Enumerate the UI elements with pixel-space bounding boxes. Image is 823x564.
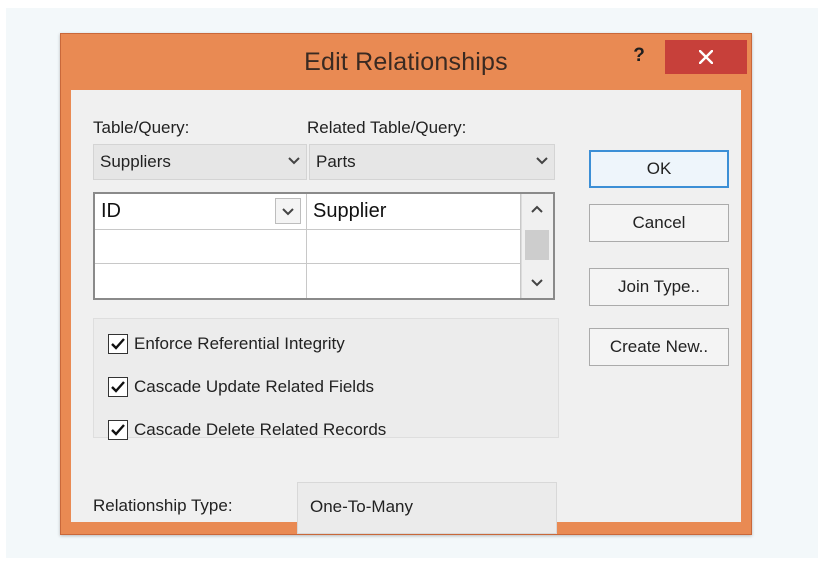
dialog-body: Table/Query: Related Table/Query: Suppli… — [71, 90, 741, 534]
chevron-up-icon[interactable] — [531, 204, 543, 214]
create-new-button[interactable]: Create New.. — [589, 328, 729, 366]
checkbox[interactable] — [108, 420, 128, 440]
join-type-button[interactable]: Join Type.. — [589, 268, 729, 306]
cancel-button[interactable]: Cancel — [589, 204, 729, 242]
related-table-query-select[interactable]: Parts — [309, 144, 555, 180]
relationship-type-label: Relationship Type: — [93, 496, 233, 515]
title-bar[interactable]: Edit Relationships ? — [61, 34, 751, 90]
checkbox-label: Enforce Referential Integrity — [134, 334, 345, 353]
grid-cell-left[interactable] — [95, 264, 307, 298]
ok-button[interactable]: OK — [589, 150, 729, 188]
checkmark-icon — [111, 424, 125, 436]
close-button[interactable] — [665, 40, 747, 74]
chevron-down-icon — [536, 157, 548, 165]
table-query-value: Suppliers — [100, 152, 171, 171]
checkbox[interactable] — [108, 334, 128, 354]
related-table-query-label: Related Table/Query: — [307, 118, 467, 137]
help-button[interactable]: ? — [621, 40, 657, 74]
right-field-name: Supplier — [313, 200, 387, 222]
grid-cell-left[interactable]: ID — [95, 194, 307, 230]
grid-cell-right[interactable]: Supplier — [307, 194, 521, 230]
table-query-select[interactable]: Suppliers — [93, 144, 307, 180]
checkmark-icon — [111, 381, 125, 393]
close-icon — [699, 50, 713, 64]
checkmark-icon — [111, 338, 125, 350]
field-dropdown-button[interactable] — [275, 198, 301, 224]
edit-relationships-dialog: Edit Relationships ? Table/Query: Relate… — [60, 33, 752, 535]
integrity-options-group: Enforce Referential Integrity Cascade Up… — [93, 318, 559, 440]
related-table-query-value: Parts — [316, 152, 356, 171]
fields-grid[interactable]: ID Supplier — [93, 192, 555, 300]
grid-cell-right[interactable] — [307, 264, 521, 298]
relationship-type-value: One-To-Many — [297, 482, 557, 534]
grid-vertical-scrollbar[interactable] — [521, 194, 553, 298]
chevron-down-icon — [288, 157, 300, 165]
chevron-down-icon — [282, 208, 294, 216]
left-field-name: ID — [101, 200, 121, 222]
checkbox[interactable] — [108, 377, 128, 397]
table-query-label: Table/Query: — [93, 118, 190, 137]
checkbox-label: Cascade Update Related Fields — [134, 377, 375, 396]
grid-cell-left[interactable] — [95, 230, 307, 264]
chevron-down-icon[interactable] — [531, 278, 543, 288]
checkbox-label: Cascade Delete Related Records — [134, 420, 387, 439]
scrollbar-thumb[interactable] — [525, 230, 549, 260]
grid-cell-right[interactable] — [307, 230, 521, 264]
